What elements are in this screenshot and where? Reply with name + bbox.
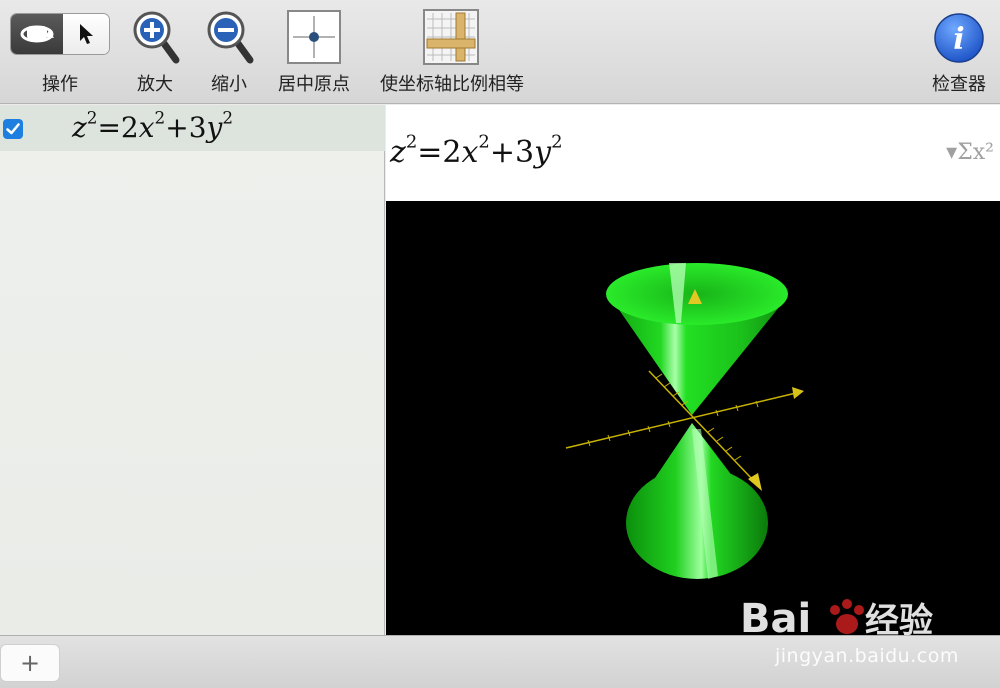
cone-3d-plot[interactable] — [386, 201, 1000, 635]
actions-label: 操作 — [42, 74, 78, 95]
zoom-out-icon — [207, 11, 254, 64]
add-equation-button[interactable]: + — [0, 644, 60, 682]
equal-scale-label: 使坐标轴比例相等 — [380, 74, 524, 95]
toolbar: 操作 放大 缩小 居中原点 使坐标轴比例相等 i 检查器 — [0, 0, 1000, 104]
rotate-icon — [20, 25, 54, 43]
baidu-watermark-logo: Bai 经验 — [740, 596, 933, 642]
equation-visibility-checkbox[interactable] — [3, 119, 23, 139]
pointer-icon — [80, 24, 93, 44]
center-origin-label: 居中原点 — [278, 74, 350, 95]
inspector-label: 检查器 — [932, 74, 986, 95]
upper-nappe — [606, 263, 788, 415]
zoom-in-icon — [133, 11, 180, 64]
rotate-mode-button[interactable] — [11, 14, 63, 54]
equation-list: z2=2x2+3y2 — [0, 105, 385, 635]
lower-nappe — [626, 423, 768, 579]
equation-row[interactable]: z2=2x2+3y2 — [0, 105, 385, 151]
svg-text:经验: 经验 — [865, 601, 933, 641]
info-icon: i — [934, 13, 984, 63]
grapher-window: 操作 放大 缩小 居中原点 使坐标轴比例相等 i 检查器 z2=2x2+3y2 … — [0, 0, 1000, 688]
formula-text[interactable]: z2=2x2+3y2 — [390, 133, 563, 170]
center-origin-icon — [287, 10, 341, 64]
equal-scale-icon — [423, 9, 479, 65]
checkmark-icon — [6, 123, 20, 135]
actions-segmented-control[interactable] — [10, 13, 110, 55]
svg-text:i: i — [953, 22, 964, 57]
svg-text:Bai: Bai — [740, 596, 811, 642]
graph-view[interactable] — [386, 201, 1000, 635]
zoom-in-label: 放大 — [137, 74, 173, 95]
formula-editor[interactable]: z2=2x2+3y2 — [386, 105, 1000, 201]
zoom-out-label: 缩小 — [211, 74, 247, 95]
format-menu-button[interactable]: ▾Σx² — [946, 140, 994, 165]
watermark-url: jingyan.baidu.com — [775, 645, 959, 667]
select-mode-button[interactable] — [63, 14, 109, 54]
equation-text[interactable]: z2=2x2+3y2 — [72, 109, 233, 144]
